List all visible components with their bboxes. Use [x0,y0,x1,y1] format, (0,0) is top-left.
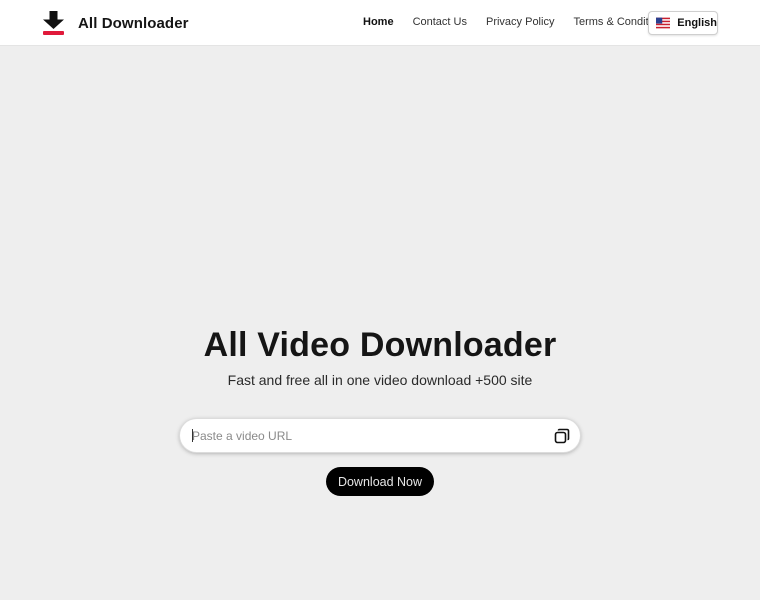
brand-name: All Downloader [78,14,189,32]
language-selector[interactable]: English [648,11,718,35]
download-arrow-icon [43,11,64,35]
paste-icon[interactable] [554,428,570,444]
text-cursor [192,429,193,442]
main-nav: Home Contact Us Privacy Policy Terms & C… [363,16,688,28]
nav-contact-us[interactable]: Contact Us [413,16,467,28]
nav-privacy-policy[interactable]: Privacy Policy [486,16,554,28]
download-now-button[interactable]: Download Now [326,467,434,496]
hero-title: All Video Downloader [203,326,557,364]
hero-subtitle: Fast and free all in one video download … [227,372,533,388]
nav-home[interactable]: Home [363,16,394,28]
brand[interactable]: All Downloader [43,10,189,36]
us-flag-icon [656,17,671,29]
header: All Downloader Home Contact Us Privacy P… [0,0,760,46]
language-label: English [677,17,717,29]
video-url-input[interactable] [180,419,554,452]
url-input-container [180,419,580,452]
